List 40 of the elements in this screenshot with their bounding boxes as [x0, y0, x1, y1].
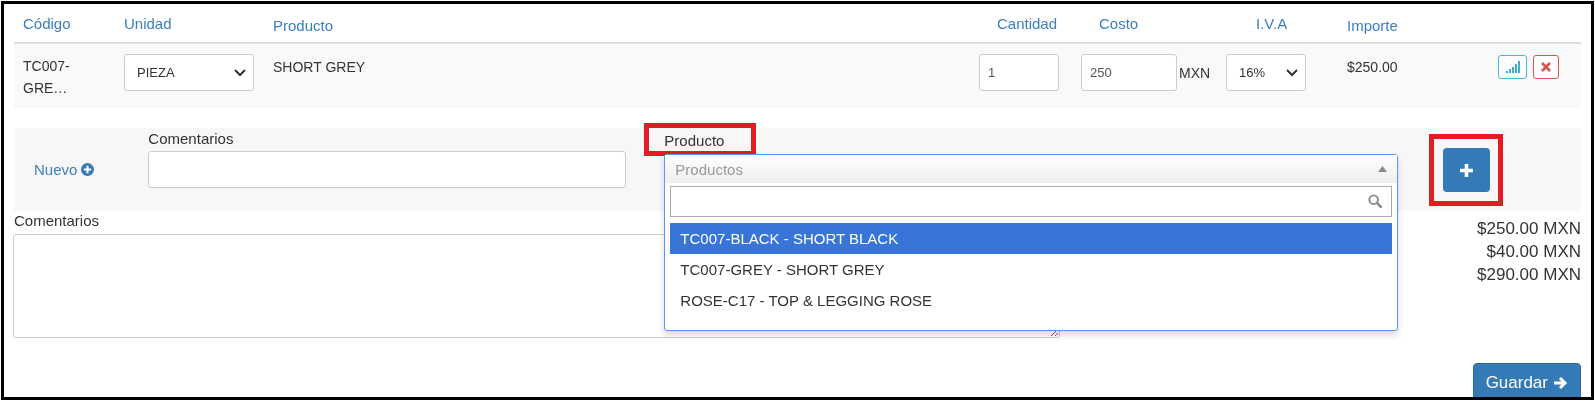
- quantity-field[interactable]: 1: [979, 54, 1059, 91]
- close-icon: [1541, 62, 1551, 72]
- unit-select[interactable]: PIEZA: [124, 54, 254, 91]
- dropdown-option[interactable]: TC007-GREY - SHORT GREY: [670, 254, 1393, 285]
- new-link[interactable]: Nuevo: [34, 161, 95, 178]
- plus-circle-icon: [81, 163, 95, 176]
- currency-label: MXN: [1179, 64, 1211, 81]
- total-amount: $40.00 MXN: [1486, 241, 1581, 263]
- arrow-right-icon: [1553, 376, 1568, 390]
- dropdown-option[interactable]: TC007-BLACK - SHORT BLACK: [670, 223, 1393, 254]
- plus-icon: [1458, 162, 1474, 178]
- column-header: Unidad: [124, 14, 173, 32]
- column-header: Código: [23, 14, 72, 32]
- column-header: Costo: [1098, 14, 1140, 32]
- total-amount: $250.00 MXN: [1477, 218, 1581, 240]
- field-label: Producto: [664, 132, 725, 149]
- column-header: Cantidad: [996, 14, 1059, 32]
- caret-icon: [1378, 166, 1388, 172]
- dropdown-option[interactable]: ROSE-C17 - TOP & LEGGING ROSE: [670, 285, 1393, 316]
- stats-button[interactable]: [1498, 55, 1527, 79]
- signal-bars-icon: [1505, 61, 1520, 73]
- search-field[interactable]: [670, 186, 1393, 217]
- cost-field[interactable]: 250: [1081, 54, 1177, 91]
- chevron-icon: [234, 68, 246, 77]
- column-header: Producto: [273, 17, 335, 34]
- column-header: I.V.A: [1255, 14, 1289, 32]
- search-icon: [1368, 194, 1384, 209]
- field-label: Comentarios: [14, 211, 101, 231]
- column-header: Importe: [1347, 17, 1399, 34]
- chevron-icon: [1286, 68, 1298, 77]
- iva-select[interactable]: 16%: [1226, 54, 1306, 91]
- table-cell-text: SHORT GREY: [273, 59, 367, 75]
- save-button[interactable]: Guardar: [1472, 363, 1581, 397]
- delete-button[interactable]: [1533, 55, 1559, 79]
- table-cell-text: TC007-GRE…: [23, 57, 71, 98]
- total-amount: $290.00 MXN: [1477, 264, 1581, 286]
- add-button[interactable]: [1442, 148, 1490, 192]
- comment-field[interactable]: [148, 151, 627, 188]
- table-cell-text: $250.00: [1347, 59, 1399, 75]
- field-label: Comentarios: [148, 129, 235, 149]
